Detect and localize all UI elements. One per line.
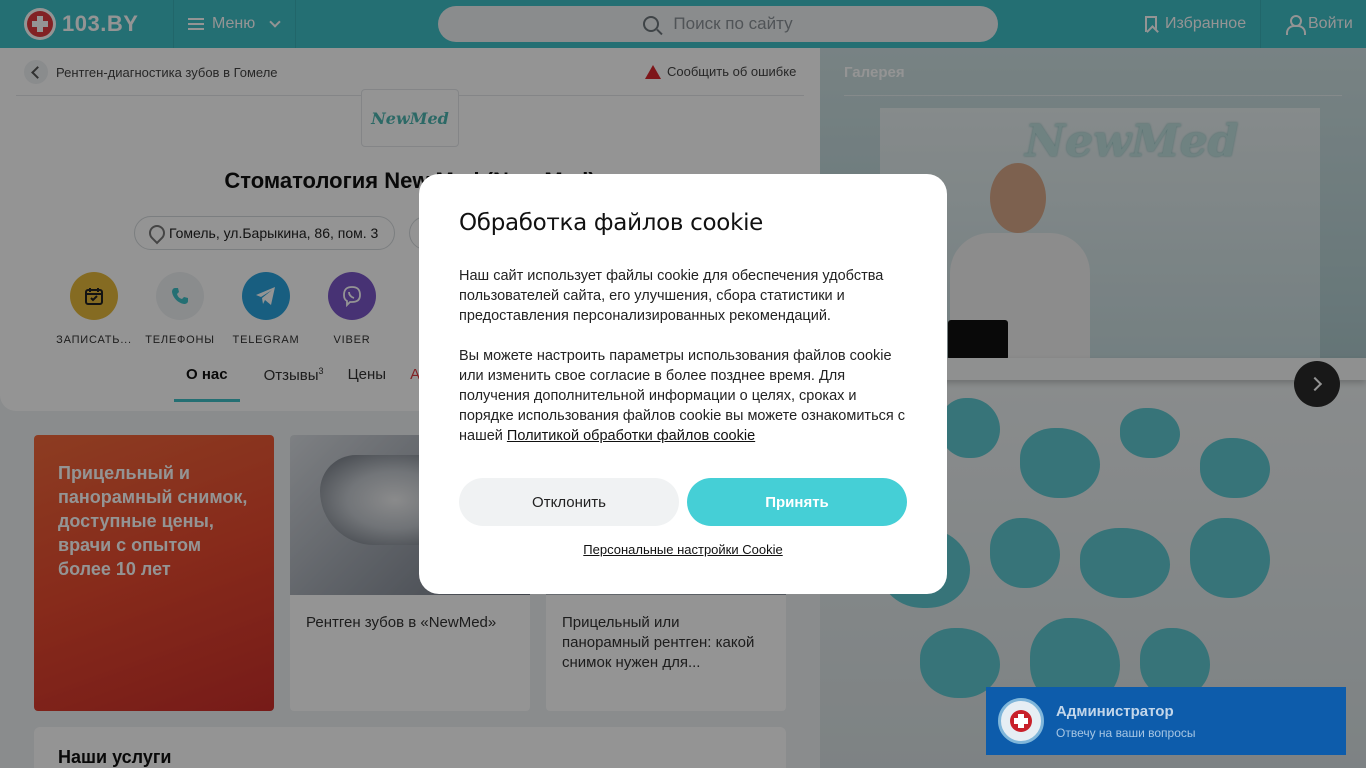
cookie-modal-title: Обработка файлов cookie (459, 210, 764, 236)
cookie-text-1: Наш сайт использует файлы cookie для обе… (459, 268, 884, 324)
cookie-policy-link[interactable]: Политикой обработки файлов cookie (507, 428, 755, 444)
cookie-buttons: Отклонить Принять (459, 478, 907, 526)
chat-subtitle: Отвечу на ваши вопросы (1056, 725, 1196, 740)
chat-avatar-icon (998, 698, 1044, 744)
cookie-text-2: Вы можете настроить параметры использова… (459, 346, 907, 446)
chat-widget[interactable]: Администратор Отвечу на ваши вопросы (986, 687, 1346, 755)
decline-button[interactable]: Отклонить (459, 478, 679, 526)
cookie-settings-link[interactable]: Персональные настройки Cookie (459, 542, 907, 557)
chat-text: Администратор Отвечу на ваши вопросы (1056, 703, 1196, 740)
accept-button[interactable]: Принять (687, 478, 907, 526)
cookie-modal: Обработка файлов cookie Наш сайт использ… (419, 174, 947, 594)
chat-name: Администратор (1056, 702, 1174, 720)
